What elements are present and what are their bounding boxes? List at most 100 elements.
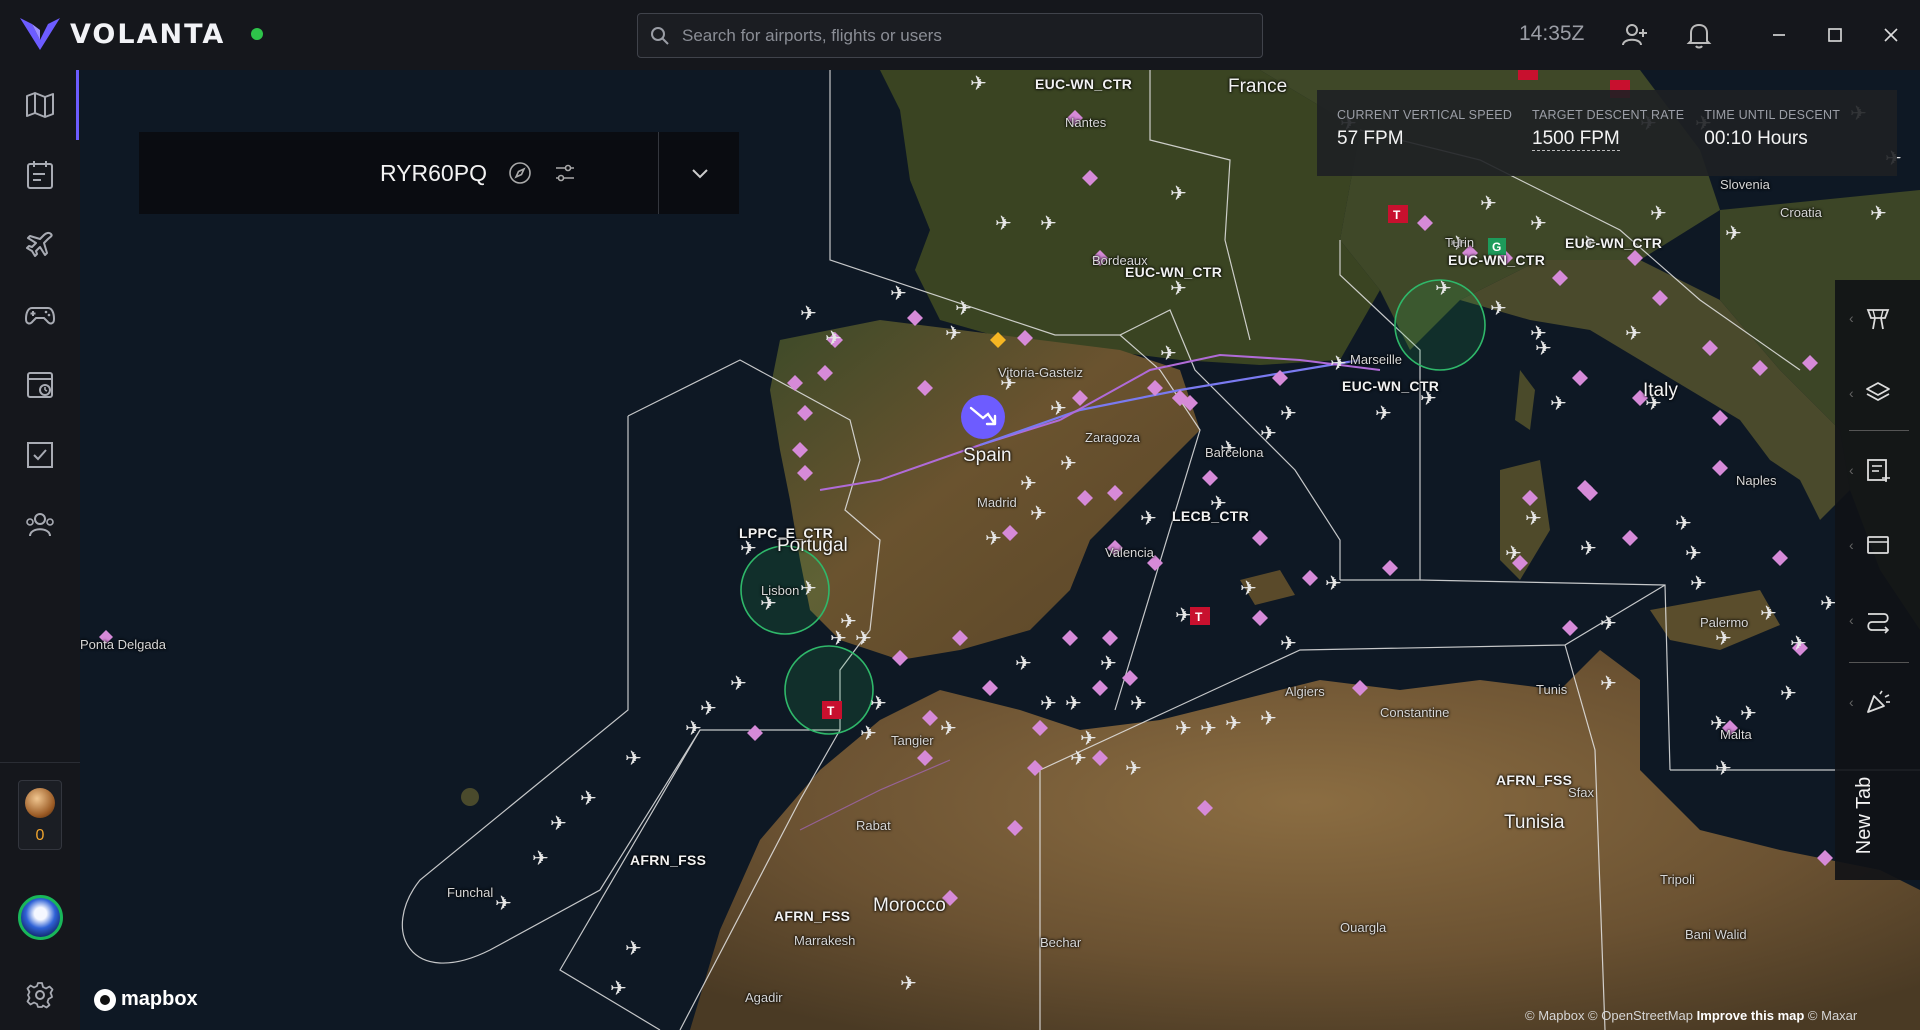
svg-text:✈: ✈ [1715, 756, 1732, 780]
city-label: Agadir [745, 990, 783, 1005]
svg-text:✈: ✈ [1740, 701, 1757, 725]
expand-panel-button[interactable] [685, 158, 715, 188]
points-card[interactable]: 0 [18, 780, 62, 850]
map-canvas: ✈✈ ✈ ✈ ✈✈✈ ✈ ✈✈✈ ✈ ✈✈✈ ✈ ✈✈✈ ✈ ✈✈ ✈ ✈ ✈✈✈ ✈ ✈✈ ✈ ✈ … [80, 70, 1920, 1030]
new-tab-button[interactable]: New Tab [1835, 750, 1895, 880]
nav-community[interactable] [20, 505, 60, 545]
svg-text:✈: ✈ [890, 281, 907, 305]
layers-button[interactable]: ‹ [1835, 355, 1920, 430]
party-popper-icon [1866, 690, 1890, 713]
maxar-attribution[interactable]: © Maxar [1808, 1008, 1857, 1023]
bell-icon [1686, 23, 1712, 49]
city-label: Bordeaux [1092, 253, 1148, 268]
svg-text:✈: ✈ [730, 671, 747, 695]
nav-map[interactable] [20, 85, 60, 125]
nav-scheduler[interactable] [20, 365, 60, 405]
search-input[interactable] [682, 25, 1262, 46]
flight-callsign[interactable]: RYR60PQ [380, 160, 487, 187]
svg-text:✈: ✈ [1280, 631, 1297, 655]
city-label: Turin [1445, 235, 1475, 250]
improve-map-link[interactable]: Improve this map [1697, 1008, 1805, 1023]
svg-text:✈: ✈ [800, 301, 817, 325]
flight-filter-button[interactable] [550, 158, 580, 188]
compass-icon [509, 162, 531, 184]
flight-map[interactable]: ✈ ✈ ✈ ✈ ✈ ✈ ✈ ✈ ✈ ✈ ✈ ✈ ✈ ✈ ✈ ✈ ✈ ✈ ✈ ✈ ✈ ✈ ✈ ✈ ✈ ✈ ✈ ✈ ✈ ✈ ✈ ✈ … [80, 70, 1920, 1030]
svg-text:✈: ✈ [625, 936, 642, 960]
svg-text:✈: ✈ [940, 716, 957, 740]
chevron-left-icon: ‹ [1849, 461, 1854, 478]
city-label: Ponta Delgada [80, 637, 167, 652]
panel-separator [658, 132, 659, 214]
stat-value[interactable]: 1500 FPM [1532, 128, 1620, 151]
minimize-button[interactable] [1762, 18, 1796, 52]
sector-label: EUC-WN_CTR [1565, 235, 1663, 251]
flight-plan-button[interactable]: ‹ [1835, 432, 1920, 507]
city-label: Madrid [977, 495, 1017, 510]
airport-filter-button[interactable]: ‹ [1835, 280, 1920, 355]
mapbox-logo[interactable]: mapbox [94, 988, 198, 1011]
sector-label: AFRN_FSS [774, 908, 851, 924]
settings-button[interactable] [20, 975, 60, 1015]
svg-text:✈: ✈ [1480, 191, 1497, 215]
svg-text:✈: ✈ [1040, 211, 1057, 235]
svg-text:✈: ✈ [1160, 341, 1177, 365]
svg-text:✈: ✈ [1040, 691, 1057, 715]
nav-flight-log[interactable] [20, 155, 60, 195]
new-tab-label: New Tab [1853, 776, 1876, 854]
svg-text:✈: ✈ [610, 976, 627, 1000]
sector-label: AFRN_FSS [630, 852, 707, 868]
left-sidebar: 0 [0, 70, 80, 1030]
svg-text:✈: ✈ [625, 746, 642, 770]
svg-text:✈: ✈ [1070, 746, 1087, 770]
city-label: Tangier [891, 733, 934, 748]
friends-button[interactable] [1618, 18, 1652, 52]
layers-icon [1865, 381, 1890, 401]
maximize-button[interactable] [1818, 18, 1852, 52]
stat-label: TARGET DESCENT RATE [1532, 108, 1685, 122]
route-button[interactable]: ‹ [1835, 582, 1920, 657]
svg-text:✈: ✈ [685, 716, 702, 740]
svg-text:✈: ✈ [870, 691, 887, 715]
nav-aircraft[interactable] [20, 225, 60, 265]
gear-icon [26, 982, 54, 1009]
svg-text:✈: ✈ [1200, 716, 1217, 740]
svg-text:✈: ✈ [1130, 691, 1147, 715]
country-label-croatia: Croatia [1780, 205, 1822, 220]
celebration-button[interactable]: ‹ [1835, 664, 1920, 739]
toolbar-separator [1849, 430, 1909, 431]
svg-text:✈: ✈ [985, 526, 1002, 550]
chevron-left-icon: ‹ [1849, 536, 1854, 553]
search-bar[interactable] [637, 13, 1263, 58]
follow-flight-button[interactable] [505, 158, 535, 188]
svg-text:✈: ✈ [1650, 201, 1667, 225]
city-label: Naples [1736, 473, 1777, 488]
target-descent-stat[interactable]: TARGET DESCENT RATE 1500 FPM [1532, 108, 1684, 176]
app-logo[interactable]: VOLANTA [18, 14, 264, 54]
svg-text:✈: ✈ [1780, 681, 1797, 705]
svg-text:✈: ✈ [945, 321, 962, 345]
notifications-button[interactable] [1682, 18, 1716, 52]
chevron-down-icon [692, 169, 708, 179]
city-label: Sfax [1568, 785, 1595, 800]
city-label: Funchal [447, 885, 494, 900]
svg-text:✈: ✈ [1060, 451, 1077, 475]
active-nav-indicator [76, 70, 79, 140]
user-avatar[interactable] [18, 895, 63, 940]
sector-label: LECB_CTR [1172, 508, 1250, 524]
nav-checklists[interactable] [20, 435, 60, 475]
close-button[interactable] [1874, 18, 1908, 52]
country-label-italy: Italy [1643, 380, 1678, 401]
svg-text:✈: ✈ [1260, 706, 1277, 730]
attribution-text[interactable]: © Mapbox © OpenStreetMap [1525, 1008, 1693, 1023]
nav-simulator[interactable] [20, 295, 60, 335]
checklist-icon [27, 442, 53, 468]
window-button[interactable]: ‹ [1835, 507, 1920, 582]
descent-stats-panel: CURRENT VERTICAL SPEED 57 FPM TARGET DES… [1317, 90, 1897, 176]
utc-clock: 14:35Z [1519, 22, 1585, 45]
chevron-left-icon: ‹ [1849, 309, 1854, 326]
tower-icon [1866, 308, 1889, 329]
mapbox-wordmark: mapbox [121, 988, 198, 1010]
svg-text:✈: ✈ [855, 626, 872, 650]
svg-text:✈: ✈ [830, 626, 847, 650]
sector-label: EUC-WN_CTR [1448, 252, 1546, 268]
